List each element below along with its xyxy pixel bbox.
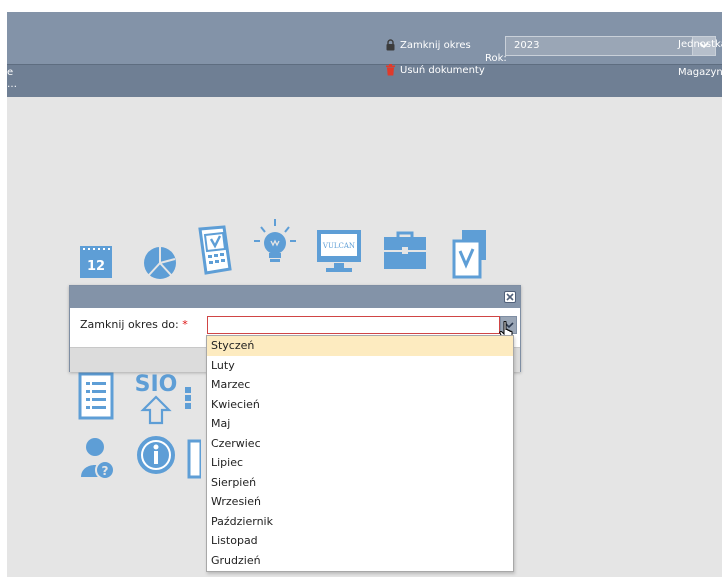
- document-check-icon[interactable]: [450, 229, 490, 282]
- close-period-label: Zamknij okres: [400, 39, 471, 51]
- list-document-icon[interactable]: [78, 372, 114, 423]
- warehouse-label: Magazyn:: [678, 67, 722, 78]
- month-option[interactable]: Październik: [207, 512, 513, 532]
- delete-documents-label: Usuń dokumenty: [400, 64, 485, 76]
- delete-documents-button[interactable]: Usuń dokumenty: [385, 64, 485, 76]
- month-option[interactable]: Sierpień: [207, 473, 513, 493]
- info-icon[interactable]: [136, 435, 176, 478]
- dialog-titlebar: [70, 286, 520, 308]
- vulcan-text: VULCAN: [322, 242, 355, 250]
- toolbar: e … Zamknij okres Usuń dokumenty Rok: 20…: [7, 12, 722, 97]
- left-edge: [0, 12, 7, 577]
- pie-chart-icon[interactable]: [141, 245, 179, 284]
- vulcan-monitor-icon[interactable]: VULCAN: [316, 229, 362, 276]
- user-help-icon[interactable]: ?: [81, 437, 117, 484]
- svg-text:?: ?: [102, 464, 109, 478]
- year-label: Rok:: [485, 53, 507, 64]
- sio-text: SIO: [135, 372, 178, 397]
- toolbar-left-fragment-top: e: [7, 67, 14, 78]
- calendar-icon[interactable]: 12: [79, 245, 113, 282]
- month-option[interactable]: Marzec: [207, 375, 513, 395]
- close-period-button[interactable]: Zamknij okres: [385, 39, 471, 51]
- required-mark: *: [182, 318, 188, 331]
- unit-label: Jednostka: [678, 39, 722, 50]
- month-combo-input[interactable]: [207, 316, 500, 334]
- month-option[interactable]: Maj: [207, 414, 513, 434]
- trash-icon: [385, 64, 396, 76]
- toolbar-left-fragment-bottom: …: [7, 79, 17, 90]
- top-strip: [0, 0, 722, 12]
- month-dropdown-list: Styczeń Luty Marzec Kwiecień Maj Czerwiec Lipi…: [206, 335, 514, 572]
- sio-upload-icon[interactable]: SIO: [133, 369, 179, 430]
- partial-tile-icon[interactable]: [183, 387, 193, 416]
- calculator-icon[interactable]: [196, 225, 232, 280]
- month-option[interactable]: Listopad: [207, 531, 513, 551]
- month-option[interactable]: Czerwiec: [207, 434, 513, 454]
- briefcase-icon[interactable]: [383, 231, 427, 274]
- calendar-number: 12: [87, 259, 105, 274]
- toolbar-separator: [7, 64, 722, 65]
- month-option[interactable]: Grudzień: [207, 551, 513, 571]
- lock-icon: [385, 39, 396, 51]
- partial-document-icon[interactable]: [187, 439, 203, 482]
- month-option[interactable]: Styczeń: [207, 336, 513, 356]
- close-icon[interactable]: [504, 291, 516, 303]
- month-option[interactable]: Wrzesień: [207, 492, 513, 512]
- year-value: 2023: [514, 40, 540, 51]
- month-option[interactable]: Lipiec: [207, 453, 513, 473]
- lightbulb-icon[interactable]: [253, 217, 297, 282]
- month-option[interactable]: Luty: [207, 356, 513, 376]
- field-label-text: Zamknij okres do:: [80, 318, 179, 331]
- month-option[interactable]: Kwiecień: [207, 395, 513, 415]
- field-label: Zamknij okres do: *: [80, 318, 188, 331]
